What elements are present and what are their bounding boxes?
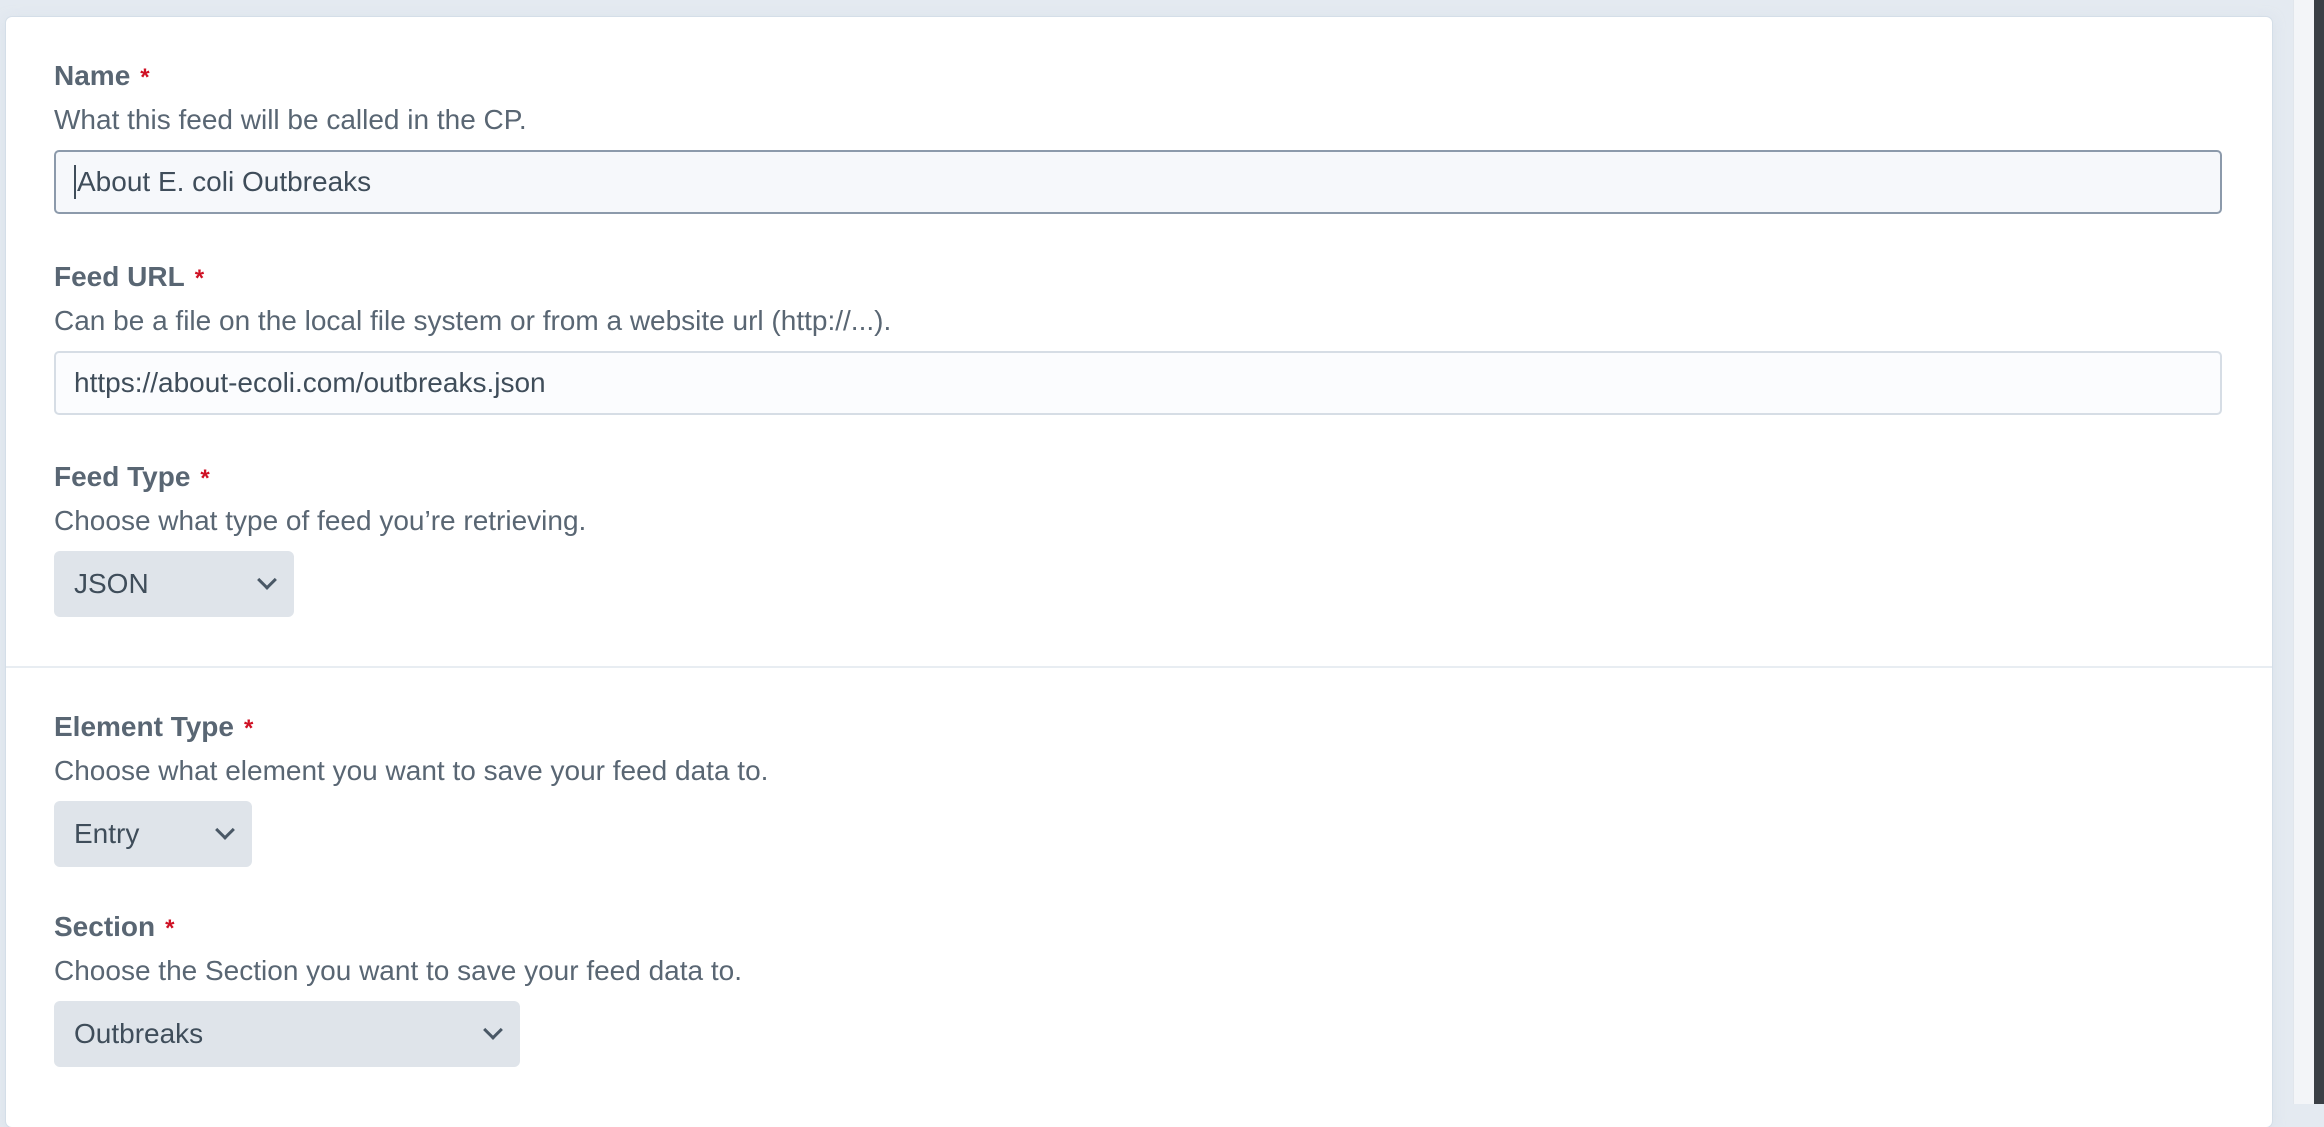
- element-type-field: Element Type * Choose what element you w…: [54, 707, 2324, 867]
- feed-type-field: Feed Type * Choose what type of feed you…: [54, 457, 2324, 617]
- chevron-down-icon: [257, 570, 277, 590]
- feed-url-field: Feed URL * Can be a file on the local fi…: [54, 257, 2324, 415]
- name-instructions: What this feed will be called in the CP.: [54, 104, 527, 135]
- feed-type-instructions: Choose what type of feed you’re retrievi…: [54, 505, 587, 536]
- section-select[interactable]: Outbreaks: [54, 1001, 520, 1067]
- element-type-select[interactable]: Entry: [54, 801, 252, 867]
- element-type-field-heading: Element Type *: [54, 707, 2324, 747]
- element-type-selected: Entry: [74, 818, 140, 849]
- name-input[interactable]: About E. coli Outbreaks: [54, 150, 2222, 214]
- name-field: Name * What this feed will be called in …: [54, 56, 2324, 214]
- feed-url-field-heading: Feed URL *: [54, 257, 2324, 297]
- section-divider: [6, 666, 2272, 668]
- required-indicator: *: [194, 265, 205, 292]
- feed-url-label: Feed URL: [54, 261, 185, 292]
- name-label: Name: [54, 60, 131, 91]
- required-indicator: *: [140, 64, 150, 91]
- chevron-down-icon: [483, 1020, 503, 1040]
- name-input-value: About E. coli Outbreaks: [77, 166, 372, 197]
- name-field-heading: Name *: [54, 56, 2324, 96]
- section-label: Section: [54, 911, 156, 942]
- section-field-heading: Section *: [54, 907, 2324, 947]
- feed-type-field-heading: Feed Type *: [54, 457, 2324, 497]
- chevron-down-icon: [215, 820, 235, 840]
- section-selected: Outbreaks: [74, 1018, 204, 1049]
- section-instructions: Choose the Section you want to save your…: [54, 955, 742, 986]
- element-type-instructions: Choose what element you want to save you…: [54, 755, 769, 786]
- section-field: Section * Choose the Section you want to…: [54, 907, 2324, 1067]
- element-type-label: Element Type: [54, 711, 234, 742]
- feed-type-selected: JSON: [74, 568, 149, 599]
- required-indicator: *: [165, 915, 175, 942]
- feed-url-input-value: https://about-ecoli.com/outbreaks.json: [74, 367, 546, 398]
- feed-url-input[interactable]: https://about-ecoli.com/outbreaks.json: [54, 351, 2222, 415]
- feed-url-instructions: Can be a file on the local file system o…: [54, 305, 892, 336]
- required-indicator: *: [200, 465, 210, 492]
- feed-type-label: Feed Type: [54, 461, 191, 492]
- required-indicator: *: [243, 715, 254, 742]
- feed-type-select[interactable]: JSON: [54, 551, 294, 617]
- text-caret: [74, 165, 76, 199]
